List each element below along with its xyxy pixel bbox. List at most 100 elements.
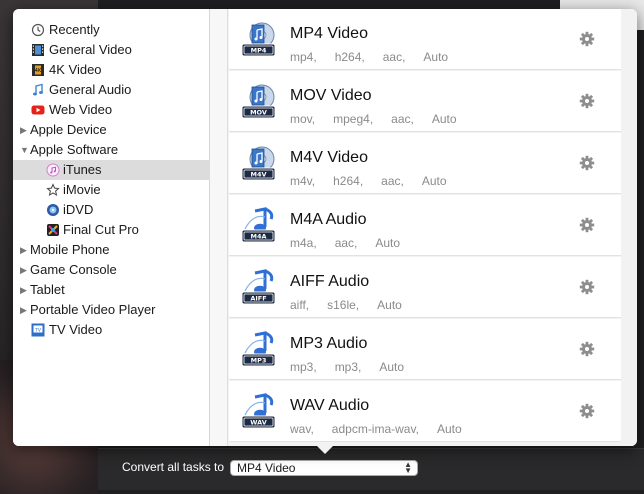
format-spec: aiff,: [290, 298, 310, 312]
video-format-icon: MOV: [241, 83, 279, 121]
sidebar-item-4k-video[interactable]: 4K 4K Video: [13, 60, 210, 80]
sidebar-item-game-console[interactable]: ▶ Game Console: [13, 260, 210, 280]
sidebar-item-label: iTunes: [63, 162, 102, 177]
format-row-mp3[interactable]: MP3 MP3 Audio mp3, mp3, Auto: [229, 319, 621, 380]
disclosure-right-icon[interactable]: ▶: [20, 240, 30, 260]
format-spec: Auto: [379, 360, 405, 374]
format-badge-text: MP4: [251, 47, 267, 55]
format-spec: mov,: [290, 112, 316, 126]
format-list: MP4 MP4 Video mp4, h264, aac, Auto MOV MOV Vide…: [229, 9, 637, 446]
format-spec: aac,: [391, 112, 414, 126]
convert-all-label: Convert all tasks to: [122, 460, 225, 474]
category-sidebar: Recently General Video 4K 4K Video General A…: [13, 9, 210, 446]
sidebar-item-apple-device[interactable]: ▶ Apple Device: [13, 120, 210, 140]
sidebar-item-label: Portable Video Player: [30, 302, 156, 317]
format-specs: m4v, h264, aac, Auto: [290, 174, 465, 188]
format-spec: m4a,: [290, 236, 317, 250]
final-cut-pro-icon: [46, 223, 60, 237]
format-specs: mp3, mp3, Auto: [290, 360, 422, 374]
format-title: AIFF Audio: [290, 273, 370, 290]
sidebar-item-label: Final Cut Pro: [63, 222, 139, 237]
sidebar-item-label: TV Video: [49, 322, 103, 337]
format-specs: aiff, s16le, Auto: [290, 298, 420, 312]
sidebar-item-general-audio[interactable]: General Audio: [13, 80, 210, 100]
sidebar-item-imovie[interactable]: iMovie: [13, 180, 210, 200]
gear-icon[interactable]: [579, 279, 595, 295]
sidebar-item-label: iDVD: [63, 202, 94, 217]
format-spec: Auto: [423, 50, 449, 64]
sidebar-item-general-video[interactable]: General Video: [13, 40, 210, 60]
youtube-icon: [31, 103, 45, 117]
sidebar-item-label: Mobile Phone: [30, 242, 110, 257]
gear-icon[interactable]: [579, 403, 595, 419]
format-row-m4v[interactable]: M4V M4V Video m4v, h264, aac, Auto: [229, 133, 621, 194]
gear-icon[interactable]: [579, 155, 595, 171]
format-spec: aac,: [334, 236, 358, 250]
format-spec: mp3,: [290, 360, 317, 374]
sidebar-item-final-cut-pro[interactable]: Final Cut Pro: [13, 220, 210, 240]
sidebar-item-portable-video-player[interactable]: ▶ Portable Video Player: [13, 300, 210, 320]
sidebar-item-label: Recently: [49, 22, 100, 37]
audio-format-icon: M4A: [241, 207, 279, 245]
audio-format-icon: AIFF: [241, 269, 279, 307]
sidebar-item-tablet[interactable]: ▶ Tablet: [13, 280, 210, 300]
sidebar-item-mobile-phone[interactable]: ▶ Mobile Phone: [13, 240, 210, 260]
sidebar-item-label: General Video: [49, 42, 132, 57]
format-row-m4a[interactable]: M4A M4A Audio m4a, aac, Auto: [229, 195, 621, 256]
sidebar-item-label: Game Console: [30, 262, 117, 277]
format-badge-text: M4A: [250, 233, 266, 241]
imovie-star-icon: [46, 183, 60, 197]
format-badge-text: MOV: [250, 109, 267, 117]
film-icon: [31, 43, 45, 57]
disclosure-down-icon[interactable]: ▼: [20, 140, 30, 160]
format-list-scrollbar[interactable]: [621, 9, 637, 446]
disclosure-right-icon[interactable]: ▶: [20, 280, 30, 300]
sidebar-item-label: 4K Video: [49, 62, 102, 77]
disclosure-right-icon[interactable]: ▶: [20, 300, 30, 320]
format-row-mp4[interactable]: MP4 MP4 Video mp4, h264, aac, Auto: [229, 9, 621, 70]
format-row-aiff[interactable]: AIFF AIFF Audio aiff, s16le, Auto: [229, 257, 621, 318]
disclosure-right-icon[interactable]: ▶: [20, 120, 30, 140]
format-specs: mp4, h264, aac, Auto: [290, 50, 466, 64]
format-row-mov[interactable]: MOV MOV Video mov, mpeg4, aac, Auto: [229, 71, 621, 132]
format-spec: aac,: [382, 50, 406, 64]
gear-icon[interactable]: [579, 341, 595, 357]
sidebar-item-label: Apple Software: [30, 142, 119, 157]
video-format-icon: M4V: [241, 145, 279, 183]
format-spec: h264,: [333, 174, 364, 188]
itunes-icon: [46, 163, 60, 177]
sidebar-item-web-video[interactable]: Web Video: [13, 100, 210, 120]
sidebar-item-tv-video[interactable]: TV TV Video: [13, 320, 210, 340]
format-spec: Auto: [375, 236, 401, 250]
audio-format-icon: WAV: [241, 393, 279, 431]
music-note-icon: [31, 83, 45, 97]
select-arrows-icon: ▲ ▼: [404, 460, 412, 475]
format-title: MP3 Audio: [290, 335, 368, 352]
sidebar-item-recently[interactable]: Recently: [13, 20, 210, 40]
format-badge-text: WAV: [250, 419, 267, 427]
format-badge-text: M4V: [250, 171, 266, 179]
format-title: M4A Audio: [290, 211, 367, 228]
format-row-wav[interactable]: WAV WAV Audio wav, adpcm-ima-wav, Auto: [229, 381, 621, 442]
format-spec: mp4,: [290, 50, 317, 64]
gear-icon[interactable]: [579, 93, 595, 109]
svg-text:TV: TV: [34, 327, 42, 333]
sidebar-item-itunes[interactable]: iTunes: [13, 160, 210, 180]
sidebar-scroll-gutter: [210, 9, 228, 446]
disclosure-right-icon[interactable]: ▶: [20, 260, 30, 280]
gear-icon[interactable]: [579, 31, 595, 47]
sidebar-item-label: General Audio: [49, 82, 132, 97]
convert-format-value: MP4 Video: [237, 461, 296, 475]
convert-format-select[interactable]: MP4 Video ▲ ▼: [230, 460, 418, 476]
format-badge-text: AIFF: [250, 295, 266, 303]
format-spec: Auto: [436, 422, 462, 436]
sidebar-item-apple-software[interactable]: ▼ Apple Software: [13, 140, 210, 160]
format-spec: h264,: [334, 50, 365, 64]
format-badge-text: MP3: [251, 357, 267, 365]
gear-icon[interactable]: [579, 217, 595, 233]
format-spec: aac,: [381, 174, 404, 188]
format-spec: adpcm-ima-wav,: [331, 422, 419, 436]
format-spec: Auto: [421, 174, 447, 188]
tv-icon: TV: [31, 323, 45, 337]
sidebar-item-idvd[interactable]: iDVD: [13, 200, 210, 220]
